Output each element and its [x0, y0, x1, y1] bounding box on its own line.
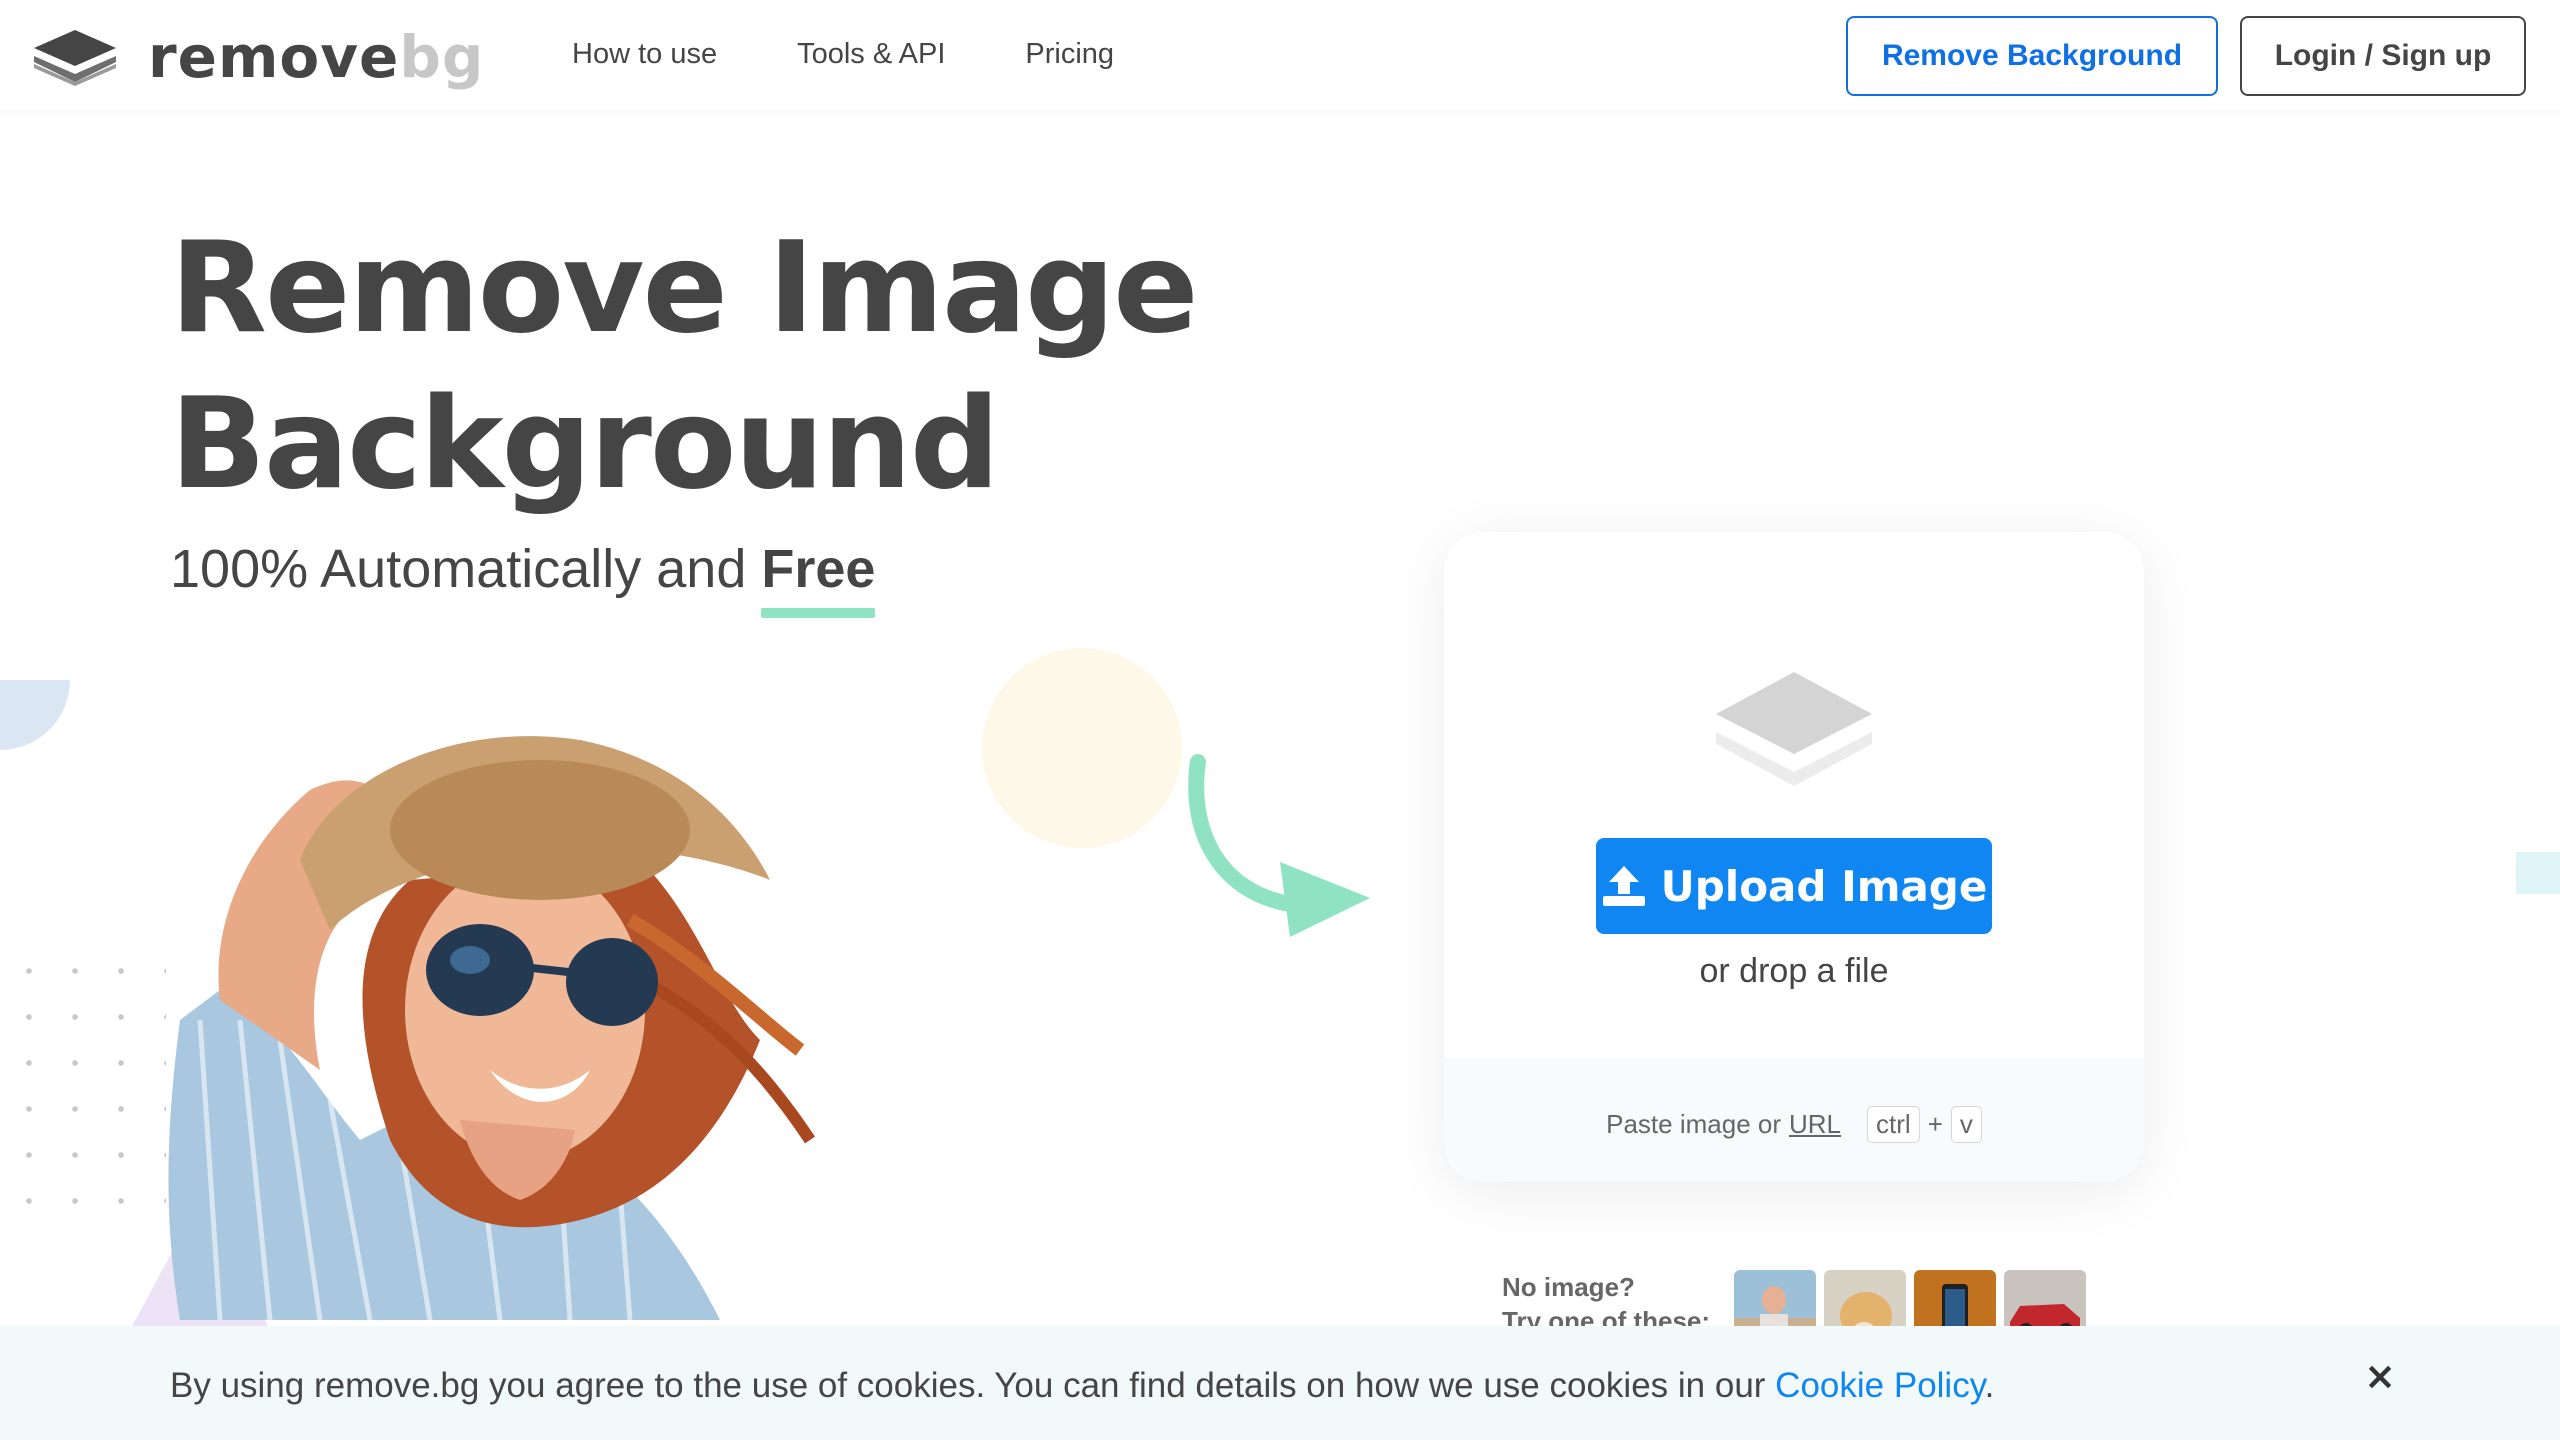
layers-placeholder-icon: [1716, 672, 1872, 786]
key-ctrl: ctrl: [1867, 1106, 1920, 1143]
decorative-quarter-circle: [0, 680, 70, 750]
hero-title-line1: Remove Image: [170, 214, 1199, 361]
hero-subtitle-free: Free: [761, 539, 876, 618]
cookie-message: By using remove.bg you agree to the use …: [170, 1366, 1776, 1405]
key-plus: +: [1927, 1109, 1943, 1139]
hero-subtitle: 100% Automatically and Free: [170, 538, 876, 618]
upload-image-label: Upload Image: [1660, 861, 1988, 911]
paste-hint: Paste image or URL ctrl + v: [1444, 1106, 2144, 1143]
cookie-banner: By using remove.bg you agree to the use …: [0, 1326, 2560, 1440]
hero-subtitle-prefix: 100% Automatically and: [170, 539, 762, 599]
upload-card[interactable]: Upload Image or drop a file Paste image …: [1444, 532, 2144, 1182]
woman-with-hat-image: [168, 736, 815, 1320]
cookie-text: By using remove.bg you agree to the use …: [170, 1366, 1994, 1406]
logo-wordmark: removebg: [148, 28, 484, 86]
curved-arrow-icon: [1188, 754, 1370, 937]
cookie-policy-link[interactable]: Cookie Policy: [1775, 1366, 1984, 1405]
key-v: v: [1950, 1106, 1982, 1143]
hero-title: Remove Image Background: [170, 210, 1199, 522]
logo-word-bg: bg: [399, 23, 485, 91]
url-link[interactable]: URL: [1789, 1109, 1841, 1140]
remove-background-button[interactable]: Remove Background: [1846, 16, 2218, 96]
login-signup-button[interactable]: Login / Sign up: [2240, 16, 2526, 96]
main-nav: How to use Tools & API Pricing: [572, 38, 1114, 71]
sample-prompt-line1: No image?: [1502, 1272, 1635, 1302]
cookie-suffix: .: [1984, 1366, 1995, 1405]
nav-how-to-use[interactable]: How to use: [572, 38, 717, 71]
layers-logo-icon: [34, 30, 116, 86]
close-icon[interactable]: ×: [2360, 1356, 2400, 1396]
hero-title-line2: Background: [170, 370, 1000, 517]
upload-icon: [1602, 866, 1645, 906]
nav-tools-api[interactable]: Tools & API: [797, 38, 945, 71]
nav-pricing[interactable]: Pricing: [1025, 38, 1114, 71]
logo-word-remove: remove: [148, 23, 400, 91]
decorative-dot-grid: [6, 948, 166, 1238]
upload-image-button[interactable]: Upload Image: [1596, 838, 1992, 934]
paste-text: Paste image or: [1606, 1109, 1781, 1139]
removebg-logo[interactable]: removebg: [32, 26, 484, 88]
decorative-teal-block: [2516, 852, 2560, 894]
site-header: removebg How to use Tools & API Pricing …: [0, 0, 2560, 110]
drop-file-text: or drop a file: [1699, 952, 1889, 990]
